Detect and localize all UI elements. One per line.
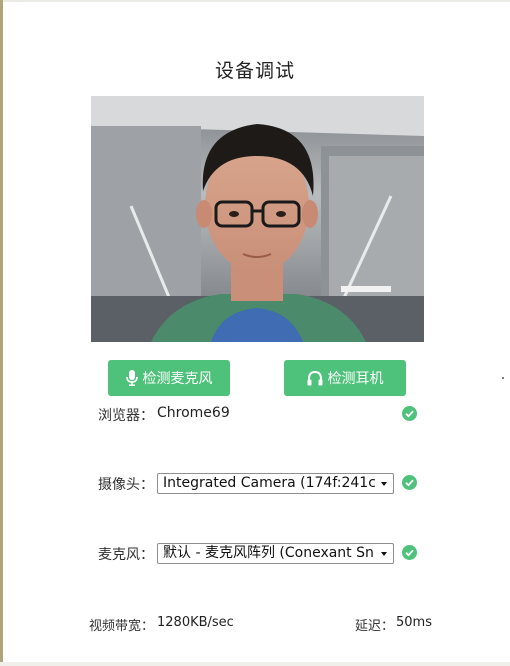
microphone-label: 麦克风：	[98, 547, 154, 563]
latency-label: 延迟：	[354, 619, 394, 634]
microphone-select-value: 默认 - 麦克风阵列 (Conexant Sn	[163, 545, 374, 561]
browser-value: Chrome69	[157, 405, 230, 421]
test-headphone-label: 检测耳机	[327, 371, 384, 387]
stray-dot	[502, 377, 504, 379]
camera-preview-image	[91, 96, 424, 342]
camera-label: 摄像头：	[98, 477, 154, 493]
microphone-select[interactable]: 默认 - 麦克风阵列 (Conexant Sn	[157, 543, 394, 564]
camera-select-value: Integrated Camera (174f:241c)	[163, 475, 375, 491]
test-microphone-button[interactable]: 检测麦克风	[108, 360, 230, 396]
microphone-check-icon	[402, 545, 417, 560]
device-test-panel: 设备调试 检测麦克风 检测耳机 浏览器： Chrome69 摄像头： Integ…	[0, 0, 510, 666]
test-headphone-button[interactable]: 检测耳机	[284, 360, 406, 396]
test-microphone-label: 检测麦克风	[142, 371, 213, 387]
browser-label: 浏览器：	[98, 408, 154, 424]
bandwidth-label: 视频带宽：	[88, 619, 154, 634]
microphone-icon	[125, 370, 138, 386]
bandwidth-value: 1280KB/sec	[157, 615, 234, 630]
chevron-down-icon	[381, 482, 387, 486]
camera-check-icon	[402, 475, 417, 490]
camera-preview	[91, 96, 424, 342]
chevron-down-icon	[381, 552, 387, 556]
headphones-icon	[307, 370, 322, 385]
frame-left-border	[0, 0, 3, 666]
camera-select[interactable]: Integrated Camera (174f:241c)	[157, 473, 394, 494]
frame-top-border	[0, 0, 510, 2]
frame-bottom-border	[0, 662, 510, 666]
browser-check-icon	[402, 406, 417, 421]
latency-value: 50ms	[396, 615, 432, 630]
page-title: 设备调试	[214, 60, 295, 82]
